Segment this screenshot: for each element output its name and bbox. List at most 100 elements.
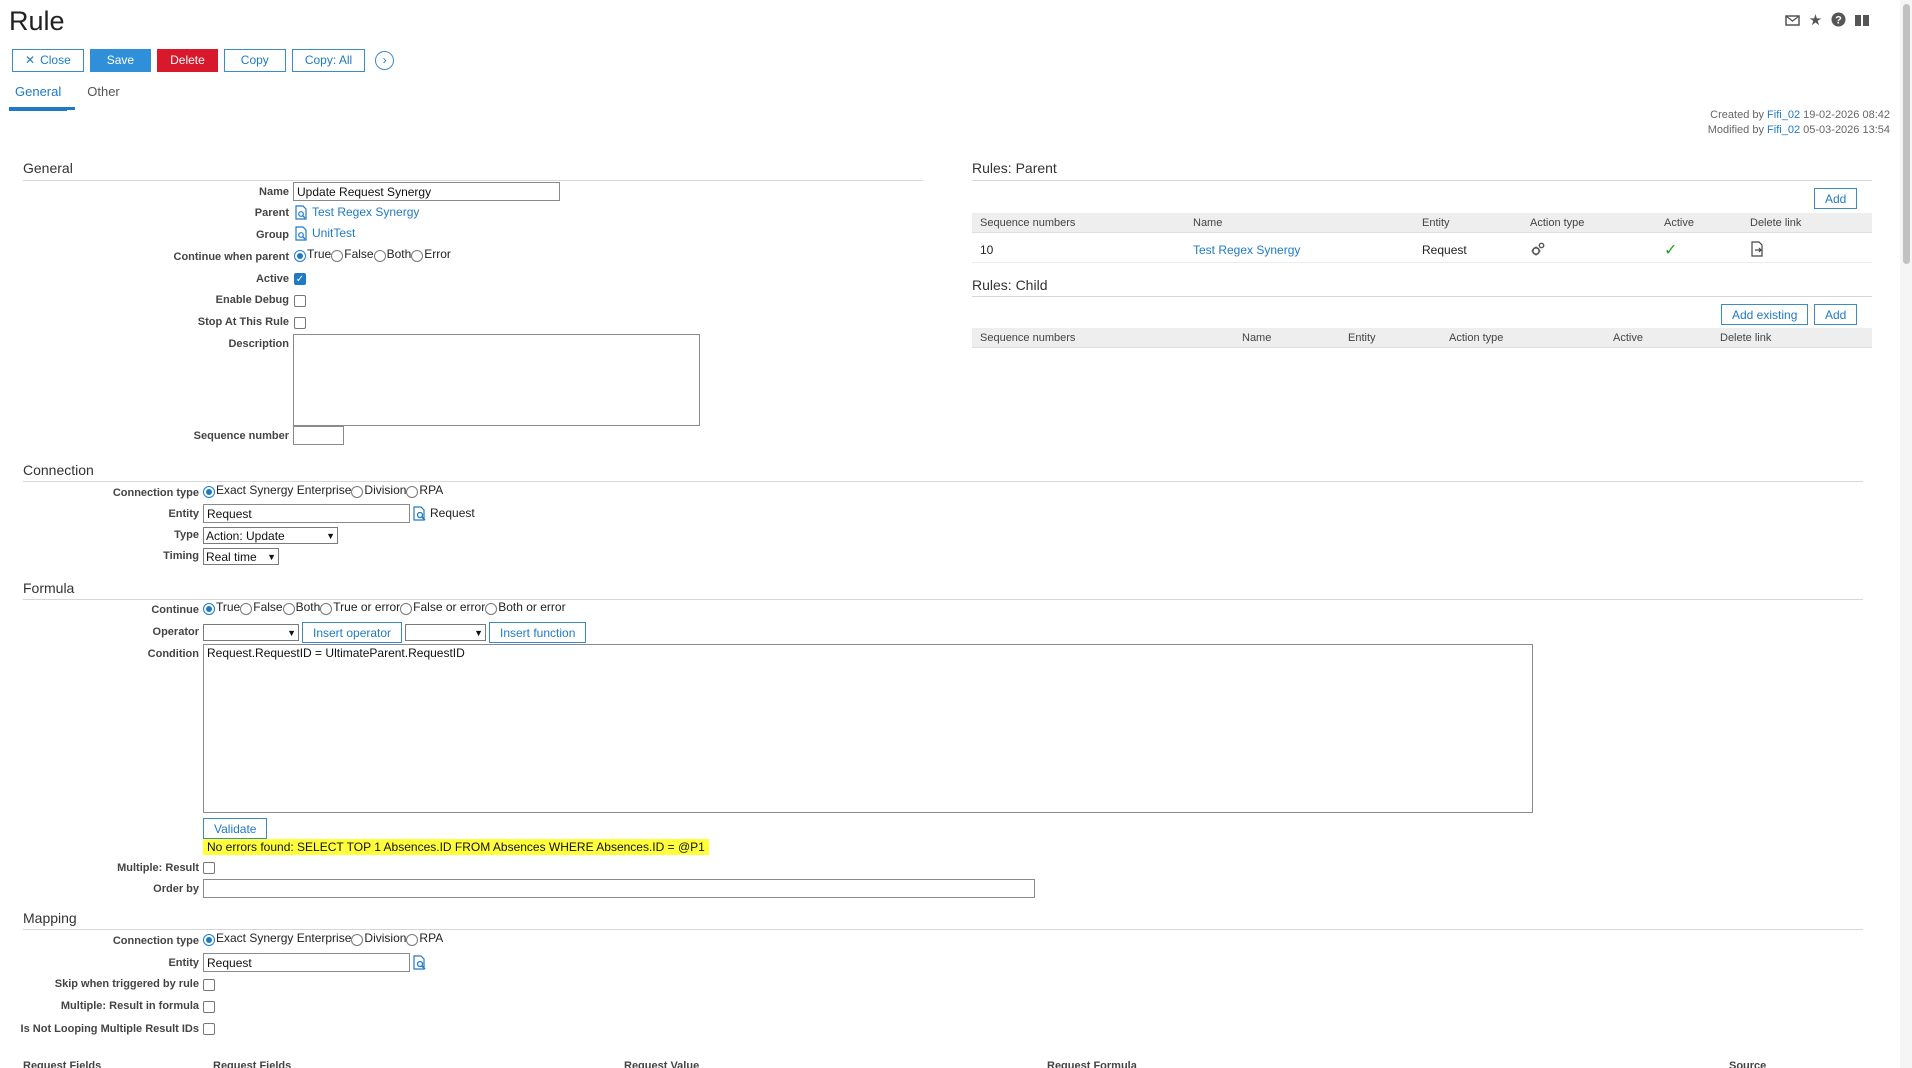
function-select[interactable]: ▼ (405, 624, 486, 641)
rules-child-title: Rules: Child (972, 277, 1048, 293)
col-action-type: Action type (1449, 331, 1504, 344)
scrollbar-thumb[interactable] (1903, 4, 1910, 264)
modified-user-link[interactable]: Fifi_02 (1767, 124, 1800, 136)
not-looping-checkbox[interactable] (203, 1023, 215, 1035)
radio-rpa[interactable] (406, 486, 419, 498)
row-entity: Request (1422, 242, 1467, 257)
mail-icon[interactable] (1784, 11, 1801, 28)
add-existing-child-button[interactable]: Add existing (1721, 304, 1809, 325)
mapping-connection-type-label: Connection type (112, 935, 199, 947)
row-sequence: 10 (980, 242, 994, 257)
radio-division[interactable] (351, 486, 364, 498)
help-icon[interactable]: ? (1830, 11, 1847, 28)
enable-debug-checkbox[interactable] (294, 295, 306, 307)
mapping-entity-input[interactable] (203, 953, 410, 972)
type-select-value: Action: Update (206, 528, 285, 543)
multiple-result-checkbox[interactable] (203, 862, 215, 874)
sequence-number-label: Sequence number (193, 430, 289, 442)
condition-textarea[interactable]: Request.RequestID = UltimateParent.Reque… (203, 644, 1533, 813)
modified-prefix: Modified by (1707, 124, 1764, 136)
lookup-icon[interactable] (294, 226, 308, 241)
radio-exact-synergy[interactable] (203, 934, 215, 946)
radio-label: False (253, 600, 283, 614)
col-name: Name (1242, 331, 1272, 344)
svg-text:?: ? (1835, 15, 1842, 27)
gears-icon (1530, 241, 1546, 260)
radio-both-or-error[interactable] (485, 603, 498, 615)
rules-parent-divider (972, 180, 1872, 181)
radio-label: Error (424, 247, 451, 261)
parent-link[interactable]: Test Regex Synergy (312, 205, 419, 219)
chevron-down-icon: ▼ (287, 627, 296, 638)
radio-exact-synergy[interactable] (203, 486, 215, 498)
add-parent-rule-button[interactable]: Add (1814, 188, 1858, 209)
lookup-icon[interactable] (412, 506, 426, 521)
radio-both[interactable] (282, 603, 295, 615)
entity-label: Entity (168, 508, 199, 520)
tab-other[interactable]: Other (81, 82, 126, 111)
radio-true[interactable] (203, 603, 215, 615)
name-input[interactable] (293, 182, 560, 201)
vertical-scrollbar[interactable] (1900, 0, 1912, 1068)
order-by-input[interactable] (203, 879, 1035, 898)
skip-triggered-checkbox[interactable] (203, 979, 215, 991)
radio-division[interactable] (351, 934, 364, 946)
continue-when-parent-label: Continue when parent (173, 251, 290, 263)
col-entity: Entity (1422, 216, 1450, 229)
stop-at-rule-checkbox[interactable] (294, 317, 306, 329)
active-checkbox[interactable]: ✓ (294, 273, 306, 285)
row-name-link[interactable]: Test Regex Synergy (1193, 243, 1300, 257)
radio-rpa[interactable] (406, 934, 419, 946)
radio-true[interactable] (294, 250, 306, 262)
star-icon[interactable]: ★ (1807, 11, 1824, 29)
radio-label: Both (295, 600, 321, 614)
col-delete-link: Delete link (1720, 331, 1772, 344)
created-user-link[interactable]: Fifi_02 (1767, 109, 1800, 121)
lookup-icon[interactable] (412, 955, 426, 970)
save-button[interactable]: Save (89, 48, 152, 72)
timing-select-value: Real time (206, 549, 257, 564)
col-request-value: Request Value (624, 1060, 700, 1068)
col-delete-link: Delete link (1750, 216, 1802, 229)
description-textarea[interactable] (293, 334, 700, 426)
top-icons: ★ ? (1784, 11, 1870, 29)
radio-label: True (307, 247, 332, 261)
book-icon[interactable] (1853, 11, 1870, 28)
radio-false[interactable] (331, 250, 344, 262)
validate-button[interactable]: Validate (203, 818, 268, 839)
delete-button[interactable]: Delete (157, 48, 218, 72)
delete-link-icon[interactable] (1750, 241, 1765, 260)
rules-parent-title: Rules: Parent (972, 160, 1057, 176)
radio-error[interactable] (411, 250, 424, 262)
radio-true-or-error[interactable] (320, 603, 333, 615)
type-select[interactable]: Action: Update ▼ (203, 527, 338, 544)
multiple-formula-checkbox[interactable] (203, 1001, 215, 1013)
insert-function-button[interactable]: Insert function (489, 622, 587, 643)
radio-false[interactable] (240, 603, 253, 615)
radio-false-or-error[interactable] (400, 603, 413, 615)
radio-label: RPA (419, 483, 444, 497)
radio-label: RPA (419, 931, 444, 945)
chevron-right-icon[interactable]: › (375, 50, 395, 70)
group-link[interactable]: UnitTest (312, 226, 355, 240)
operator-select[interactable]: ▼ (203, 624, 299, 641)
entity-input[interactable] (203, 504, 410, 523)
radio-both[interactable] (373, 250, 386, 262)
col-sequence: Sequence numbers (980, 331, 1076, 344)
copy-all-button[interactable]: Copy: All (291, 48, 366, 72)
timing-label: Timing (163, 550, 199, 562)
close-button[interactable]: ✕ Close (12, 48, 84, 72)
insert-operator-button[interactable]: Insert operator (302, 622, 403, 643)
lookup-icon[interactable] (294, 205, 308, 220)
radio-label: Exact Synergy Enterprise (216, 483, 352, 497)
add-child-rule-button[interactable]: Add (1814, 304, 1858, 325)
sequence-number-input[interactable] (293, 426, 344, 445)
col-action-type: Action type (1530, 216, 1585, 229)
copy-button[interactable]: Copy (223, 48, 286, 72)
col-active: Active (1613, 331, 1643, 344)
entity-lookup: Request (412, 506, 475, 521)
radio-label: True (216, 600, 241, 614)
col-active: Active (1664, 216, 1694, 229)
formula-continue-radios: True False Both True or error False or e… (203, 600, 566, 615)
timing-select[interactable]: Real time ▼ (203, 548, 279, 565)
